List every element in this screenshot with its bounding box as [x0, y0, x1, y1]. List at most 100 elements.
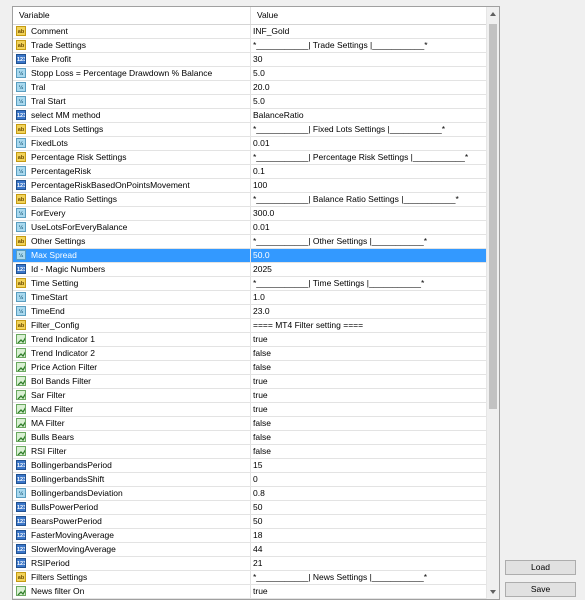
value-cell[interactable]: true: [253, 389, 268, 402]
double-type-icon: ½: [16, 222, 26, 232]
parameter-row[interactable]: ab Trade Settings *___________| Trade Sett…: [13, 39, 486, 53]
parameter-row[interactable]: 123 SlowerMovingAverage 44: [13, 543, 486, 557]
column-header-value[interactable]: Value: [251, 7, 486, 24]
value-cell[interactable]: true: [253, 585, 268, 598]
value-cell[interactable]: ==== MT4 Filter setting ====: [253, 319, 363, 332]
parameter-row[interactable]: Price Action Filter false: [13, 361, 486, 375]
value-cell[interactable]: 0.1: [253, 165, 265, 178]
parameter-row[interactable]: ½ ForEvery 300.0: [13, 207, 486, 221]
value-cell[interactable]: INF_Gold: [253, 25, 289, 38]
value-cell[interactable]: *___________| Fixed Lots Settings |_____…: [253, 123, 445, 136]
parameter-row[interactable]: ab Filter_Config ==== MT4 Filter setting =…: [13, 319, 486, 333]
vertical-scrollbar[interactable]: [486, 7, 499, 599]
parameter-row[interactable]: 123 PercentageRiskBasedOnPointsMovement 10…: [13, 179, 486, 193]
parameter-row[interactable]: ½ Stopp Loss = Percentage Drawdown % Bala…: [13, 67, 486, 81]
parameter-row[interactable]: 123 RSIPeriod 21: [13, 557, 486, 571]
value-cell[interactable]: 5.0: [253, 67, 265, 80]
parameter-row[interactable]: ½ BollingerbandsDeviation 0.8: [13, 487, 486, 501]
parameter-row[interactable]: 123 Id - Magic Numbers 2025: [13, 263, 486, 277]
parameter-row[interactable]: ab Percentage Risk Settings *___________| …: [13, 151, 486, 165]
parameter-row[interactable]: ½ UseLotsForEveryBalance 0.01: [13, 221, 486, 235]
value-cell[interactable]: *___________| Percentage Risk Settings |…: [253, 151, 468, 164]
scrollbar-thumb[interactable]: [489, 24, 497, 409]
parameter-row[interactable]: Trend Indicator 1 true: [13, 333, 486, 347]
integer-type-icon: 123: [16, 558, 26, 568]
integer-type-icon: 123: [16, 530, 26, 540]
value-cell[interactable]: *___________| Time Settings |___________…: [253, 277, 424, 290]
parameter-row[interactable]: 123 BearsPowerPeriod 50: [13, 515, 486, 529]
value-cell[interactable]: 21: [253, 557, 262, 570]
value-cell[interactable]: 30: [253, 53, 262, 66]
parameter-row[interactable]: ½ Tral Start 5.0: [13, 95, 486, 109]
load-button[interactable]: Load: [505, 560, 576, 575]
value-cell[interactable]: 50.0: [253, 249, 270, 262]
value-cell[interactable]: 300.0: [253, 207, 274, 220]
value-cell[interactable]: *___________| Trade Settings |__________…: [253, 39, 428, 52]
value-cell[interactable]: 50: [253, 501, 262, 514]
parameter-row[interactable]: 123 BullsPowerPeriod 50: [13, 501, 486, 515]
value-cell[interactable]: 18: [253, 529, 262, 542]
value-cell[interactable]: 44: [253, 543, 262, 556]
parameter-row[interactable]: ab Comment INF_Gold: [13, 25, 486, 39]
value-cell[interactable]: BalanceRatio: [253, 109, 304, 122]
parameter-row[interactable]: ½ TimeStart 1.0: [13, 291, 486, 305]
value-cell[interactable]: false: [253, 445, 271, 458]
value-cell[interactable]: 0.01: [253, 221, 270, 234]
value-cell[interactable]: 0.01: [253, 137, 270, 150]
variable-cell: 123 Take Profit: [13, 53, 251, 66]
value-cell[interactable]: 0.8: [253, 487, 265, 500]
value-cell[interactable]: 50: [253, 515, 262, 528]
value-cell[interactable]: 15: [253, 459, 262, 472]
save-button[interactable]: Save: [505, 582, 576, 597]
value-cell[interactable]: *___________| News Settings |___________…: [253, 571, 427, 584]
parameter-row[interactable]: ab Other Settings *___________| Other Sett…: [13, 235, 486, 249]
double-type-icon: ½: [16, 96, 26, 106]
value-cell[interactable]: true: [253, 375, 268, 388]
parameter-row[interactable]: MA Filter false: [13, 417, 486, 431]
parameter-row[interactable]: Trend Indicator 2 false: [13, 347, 486, 361]
parameter-row[interactable]: ab Time Setting *___________| Time Setting…: [13, 277, 486, 291]
parameter-row[interactable]: Macd Filter true: [13, 403, 486, 417]
parameter-row[interactable]: 123 FasterMovingAverage 18: [13, 529, 486, 543]
parameter-row[interactable]: Sar Filter true: [13, 389, 486, 403]
value-cell[interactable]: true: [253, 333, 268, 346]
value-cell[interactable]: 100: [253, 179, 267, 192]
value-cell[interactable]: *___________| Balance Ratio Settings |__…: [253, 193, 459, 206]
value-cell[interactable]: 1.0: [253, 291, 265, 304]
value-cell[interactable]: true: [253, 403, 268, 416]
grid-header: Variable Value: [13, 7, 486, 25]
variable-cell: 123 BullsPowerPeriod: [13, 501, 251, 514]
parameter-row[interactable]: ½ Max Spread 50.0: [13, 249, 486, 263]
scroll-down-arrow-icon[interactable]: [487, 585, 499, 599]
value-cell[interactable]: false: [253, 417, 271, 430]
value-cell[interactable]: 0: [253, 473, 258, 486]
parameter-row[interactable]: ½ TimeEnd 23.0: [13, 305, 486, 319]
parameter-row[interactable]: 123 BollingerbandsShift 0: [13, 473, 486, 487]
parameter-row[interactable]: ½ FixedLots 0.01: [13, 137, 486, 151]
parameter-row[interactable]: Bol Bands Filter true: [13, 375, 486, 389]
parameter-row[interactable]: News filter On true: [13, 585, 486, 599]
parameter-row[interactable]: ½ PercentageRisk 0.1: [13, 165, 486, 179]
column-header-variable[interactable]: Variable: [13, 7, 251, 24]
parameter-row[interactable]: ab Fixed Lots Settings *___________| Fixed…: [13, 123, 486, 137]
value-cell[interactable]: false: [253, 361, 271, 374]
parameter-row[interactable]: RSI Filter false: [13, 445, 486, 459]
variable-name: Fixed Lots Settings: [31, 124, 104, 134]
parameter-row[interactable]: 123 select MM method BalanceRatio: [13, 109, 486, 123]
parameter-row[interactable]: 123 BollingerbandsPeriod 15: [13, 459, 486, 473]
parameter-row[interactable]: 123 Take Profit 30: [13, 53, 486, 67]
parameter-row[interactable]: Bulls Bears false: [13, 431, 486, 445]
parameter-row[interactable]: ab Balance Ratio Settings *___________| Ba…: [13, 193, 486, 207]
value-cell[interactable]: 5.0: [253, 95, 265, 108]
value-cell[interactable]: 2025: [253, 263, 272, 276]
double-type-icon: ½: [16, 82, 26, 92]
value-cell[interactable]: 23.0: [253, 305, 270, 318]
parameter-row[interactable]: ½ Tral 20.0: [13, 81, 486, 95]
variable-cell: 123 select MM method: [13, 109, 251, 122]
value-cell[interactable]: *___________| Other Settings |__________…: [253, 235, 427, 248]
scroll-up-arrow-icon[interactable]: [487, 7, 499, 21]
value-cell[interactable]: false: [253, 347, 271, 360]
parameter-row[interactable]: ab Filters Settings *___________| News Set…: [13, 571, 486, 585]
value-cell[interactable]: false: [253, 431, 271, 444]
value-cell[interactable]: 20.0: [253, 81, 270, 94]
